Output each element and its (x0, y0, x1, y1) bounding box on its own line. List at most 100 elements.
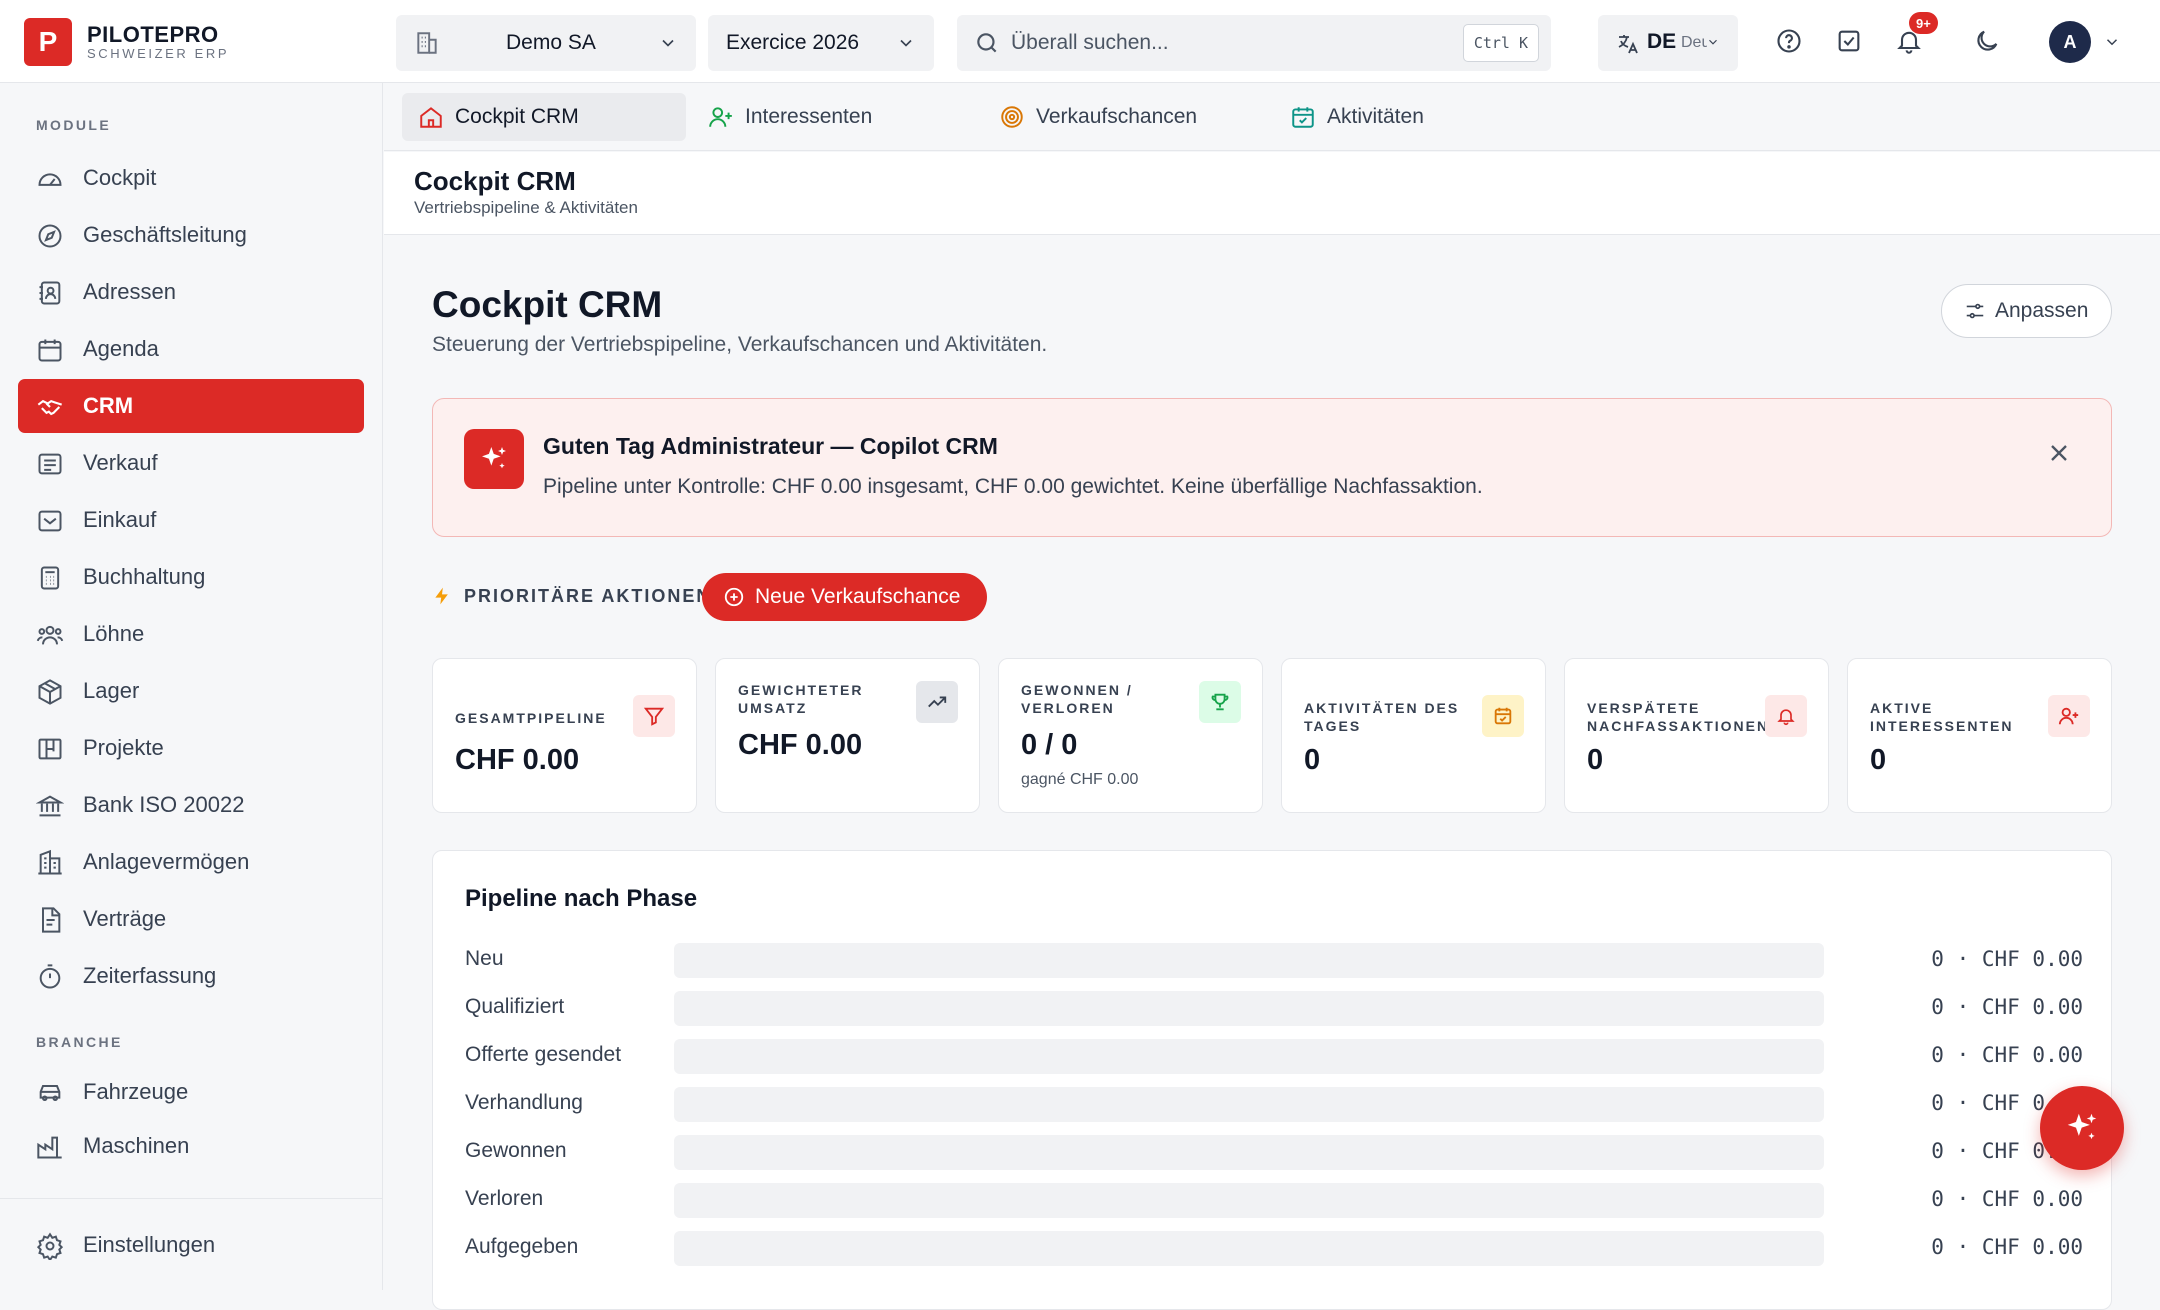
car-icon (36, 1079, 64, 1107)
customize-button[interactable]: Anpassen (1941, 284, 2112, 338)
copilot-fab-button[interactable] (2040, 1086, 2124, 1170)
pipeline-row[interactable]: Offerte gesendet 0 · CHF 0.00 (433, 1039, 2113, 1075)
chevron-down-icon (1706, 35, 1720, 49)
sidebar-item-anlagevermoegen[interactable]: Anlagevermögen (18, 835, 364, 889)
page-title-bar: Cockpit CRM Vertriebspipeline & Aktivitä… (384, 152, 2160, 235)
sidebar-item-cockpit[interactable]: Cockpit (18, 151, 364, 205)
tab-label: Verkaufschancen (1036, 105, 1198, 128)
kpi-label: GEWONNEN / VERLOREN (1021, 682, 1133, 716)
file-contract-icon (36, 906, 64, 934)
pipeline-row[interactable]: Neu 0 · CHF 0.00 (433, 943, 2113, 979)
pipeline-row[interactable]: Aufgegeben 0 · CHF 0.00 (433, 1231, 2113, 1267)
sidebar-item-bank-iso[interactable]: Bank ISO 20022 (18, 778, 364, 832)
language-name: Deutsch (1681, 34, 1707, 51)
copilot-message: Pipeline unter Kontrolle: CHF 0.00 insge… (543, 475, 1483, 498)
sidebar-item-einkauf[interactable]: Einkauf (18, 493, 364, 547)
brand-subtitle: SCHWEIZER ERP (87, 46, 230, 61)
sidebar-item-geschaeftsleitung[interactable]: Geschäftsleitung (18, 208, 364, 262)
kpi-card-won-lost[interactable]: GEWONNEN / VERLOREN 0 / 0 gagné CHF 0.00 (998, 658, 1263, 813)
search-placeholder: Überall suchen... (1011, 31, 1169, 54)
sidebar-item-einstellungen[interactable]: Einstellungen (18, 1218, 364, 1272)
sidebar-item-buchhaltung[interactable]: Buchhaltung (18, 550, 364, 604)
sidebar-item-zeiterfassung[interactable]: Zeiterfassung (18, 949, 364, 1003)
pipeline-phase-label: Offerte gesendet (465, 1043, 622, 1066)
close-icon[interactable] (2045, 439, 2073, 467)
sidebar-item-label: Agenda (83, 336, 159, 361)
company-selector[interactable]: Demo SA (396, 15, 696, 71)
sidebar-item-label: Lager (83, 678, 140, 703)
calculator-icon (36, 564, 64, 592)
stopwatch-icon (36, 963, 64, 991)
copilot-title: Guten Tag Administrateur — Copilot CRM (543, 433, 998, 459)
tab-label: Interessenten (745, 105, 873, 128)
tab-interessenten[interactable]: Interessenten (708, 93, 872, 141)
notification-badge: 9+ (1909, 12, 1938, 34)
tab-verkaufschancen[interactable]: Verkaufschancen (999, 93, 1197, 141)
pipeline-row[interactable]: Gewonnen 0 · CHF 0.00 (433, 1135, 2113, 1171)
global-search-input[interactable]: Überall suchen... Ctrl K (957, 15, 1551, 71)
pipeline-phase-label: Aufgegeben (465, 1235, 579, 1258)
pipeline-phase-value: 0 · CHF 0.00 (1931, 1235, 2083, 1259)
sidebar-item-projekte[interactable]: Projekte (18, 721, 364, 775)
kpi-value: 0 (1587, 744, 1604, 776)
tab-aktivitaeten[interactable]: Aktivitäten (1290, 93, 1424, 141)
chevron-down-icon[interactable] (2103, 33, 2121, 51)
tab-cockpit-crm[interactable]: Cockpit CRM (402, 93, 686, 141)
kpi-card-active-prospects[interactable]: AKTIVE INTERESSENTEN 0 (1847, 658, 2112, 813)
pipeline-row[interactable]: Verloren 0 · CHF 0.00 (433, 1183, 2113, 1219)
sidebar-item-label: Cockpit (83, 165, 157, 190)
calendar-check-icon (1290, 104, 1316, 130)
help-icon[interactable] (1772, 24, 1806, 58)
new-opportunity-button[interactable]: Neue Verkaufschance (702, 573, 987, 621)
app-logo[interactable]: P (24, 18, 72, 66)
priority-actions-label: PRIORITÄRE AKTIONEN (432, 585, 711, 607)
kpi-card-total-pipeline[interactable]: GESAMTPIPELINE CHF 0.00 (432, 658, 697, 813)
kpi-card-overdue-followups[interactable]: VERSPÄTETE NACHFASSAKTIONEN 0 (1564, 658, 1829, 813)
sidebar-item-loehne[interactable]: Löhne (18, 607, 364, 661)
kpi-label: VERSPÄTETE NACHFASSAKTIONEN (1587, 700, 1770, 734)
lightning-icon (432, 585, 452, 607)
page-title: Cockpit CRM (432, 284, 663, 325)
sidebar-item-lager[interactable]: Lager (18, 664, 364, 718)
kpi-label: GEWICHTETER UMSATZ (738, 682, 864, 716)
sidebar-item-fahrzeuge[interactable]: Fahrzeuge (18, 1065, 364, 1119)
language-selector[interactable]: DE Deutsch (1598, 15, 1738, 71)
sidebar-item-label: Einkauf (83, 507, 157, 532)
package-icon (36, 678, 64, 706)
pipeline-bar (674, 1087, 1824, 1122)
pipeline-row[interactable]: Qualifiziert 0 · CHF 0.00 (433, 991, 2113, 1027)
inbox-icon (36, 507, 64, 535)
kpi-card-weighted-revenue[interactable]: GEWICHTETER UMSATZ CHF 0.00 (715, 658, 980, 813)
sidebar-item-vertraege[interactable]: Verträge (18, 892, 364, 946)
chevron-down-icon (658, 33, 678, 53)
sidebar-item-label: Fahrzeuge (83, 1079, 189, 1104)
kpi-card-activities-today[interactable]: AKTIVITÄTEN DES TAGES 0 (1281, 658, 1546, 813)
sidebar-item-label: Buchhaltung (83, 564, 206, 589)
company-name: Demo SA (506, 31, 596, 54)
sidebar-item-agenda[interactable]: Agenda (18, 322, 364, 376)
sidebar-item-verkauf[interactable]: Verkauf (18, 436, 364, 490)
tasks-check-icon[interactable] (1832, 24, 1866, 58)
pipeline-phase-label: Qualifiziert (465, 995, 565, 1018)
pipeline-by-phase-panel: Pipeline nach Phase Neu 0 · CHF 0.00 Qua… (432, 850, 2112, 1310)
contact-book-icon (36, 279, 64, 307)
fiscal-year-selector[interactable]: Exercice 2026 (708, 15, 934, 71)
dark-mode-moon-icon[interactable] (1970, 24, 2004, 58)
pipeline-title: Pipeline nach Phase (465, 885, 698, 912)
pipeline-row[interactable]: Verhandlung 0 · CHF 0.00 (433, 1087, 2113, 1123)
sidebar-item-crm[interactable]: CRM (18, 379, 364, 433)
receipt-icon (36, 450, 64, 478)
sidebar-item-label: Maschinen (83, 1133, 190, 1158)
sliders-icon (1964, 300, 1986, 322)
user-avatar[interactable]: A (2049, 21, 2091, 63)
kpi-value: 0 (1304, 744, 1321, 776)
sidebar-item-maschinen[interactable]: Maschinen (18, 1119, 364, 1173)
pipeline-bar (674, 1039, 1824, 1074)
pipeline-bar (674, 1231, 1824, 1266)
tab-label: Cockpit CRM (455, 105, 579, 128)
calendar-check-icon (1482, 695, 1524, 737)
pipeline-bar (674, 943, 1824, 978)
new-opportunity-label: Neue Verkaufschance (755, 585, 961, 608)
sidebar-section-branche: BRANCHE (36, 1034, 123, 1050)
sidebar-item-adressen[interactable]: Adressen (18, 265, 364, 319)
